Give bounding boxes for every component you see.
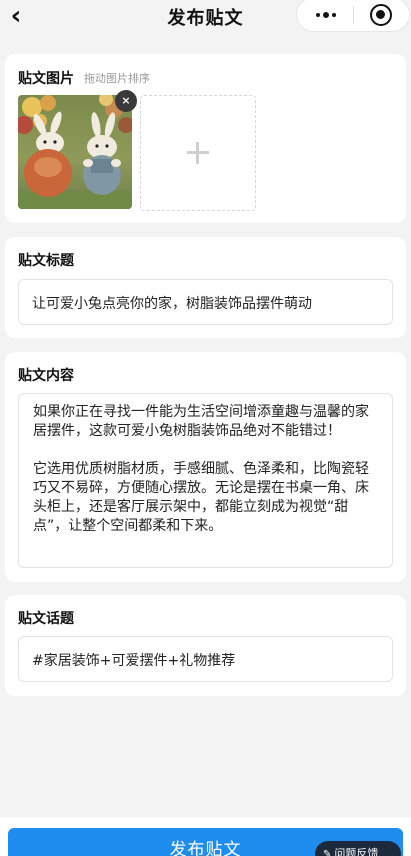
nav-bar: ‹ 发布贴文 bbox=[0, 0, 411, 38]
title-section-title: 贴文标题 bbox=[18, 253, 74, 269]
content-paragraph: 如果你正在寻找一件能为生活空间增添童趣与温馨的家居摆件，这款可爱小兔树脂装饰品绝… bbox=[33, 404, 369, 439]
content-paragraph: 它选用优质树脂材质，手感细腻、色泽柔和，比陶瓷轻巧又不易碎，方便随心摆放。无论是… bbox=[33, 461, 369, 534]
miniprogram-close-icon[interactable] bbox=[370, 4, 392, 26]
post-topic-input[interactable]: #家居装饰+可爱摆件+礼物推荐 bbox=[18, 636, 393, 682]
feedback-label: 问题反馈 bbox=[334, 847, 379, 856]
post-topic-value: #家居装饰+可爱摆件+礼物推荐 bbox=[32, 653, 236, 669]
content-section-title: 贴文内容 bbox=[18, 368, 74, 384]
post-title-input[interactable]: 让可爱小兔点亮你的家，树脂装饰品摆件萌动 bbox=[18, 279, 393, 325]
images-card: 贴文图片 拖动图片排序 × bbox=[5, 54, 406, 223]
content-card: 贴文内容 如果你正在寻找一件能为生活空间增添童趣与温馨的家居摆件，这款可爱小兔树… bbox=[5, 352, 406, 582]
images-section-hint: 拖动图片排序 bbox=[84, 72, 150, 85]
feedback-icon: ✎ bbox=[323, 849, 332, 856]
plus-icon bbox=[187, 142, 209, 164]
post-image-thumbnail[interactable] bbox=[18, 95, 132, 209]
feedback-button[interactable]: ✎ 问题反馈 bbox=[315, 841, 401, 856]
images-section-title: 贴文图片 bbox=[18, 71, 74, 87]
miniprogram-capsule bbox=[296, 0, 410, 32]
add-image-button[interactable] bbox=[140, 95, 256, 211]
rabbit-figurines-image bbox=[18, 95, 132, 209]
remove-image-close-icon[interactable]: × bbox=[115, 90, 137, 112]
more-dots-icon[interactable] bbox=[311, 5, 341, 25]
topic-card: 贴文话题 #家居装饰+可爱摆件+礼物推荐 bbox=[5, 595, 406, 696]
capsule-divider bbox=[353, 6, 354, 24]
post-content-textarea[interactable]: 如果你正在寻找一件能为生活空间增添童趣与温馨的家居摆件，这款可爱小兔树脂装饰品绝… bbox=[18, 393, 393, 568]
post-title-value: 让可爱小兔点亮你的家，树脂装饰品摆件萌动 bbox=[32, 296, 312, 312]
title-card: 贴文标题 让可爱小兔点亮你的家，树脂装饰品摆件萌动 bbox=[5, 237, 406, 338]
bottom-bar: 发布贴文 ✎ 问题反馈 bbox=[0, 817, 411, 856]
topic-section-title: 贴文话题 bbox=[18, 611, 74, 627]
